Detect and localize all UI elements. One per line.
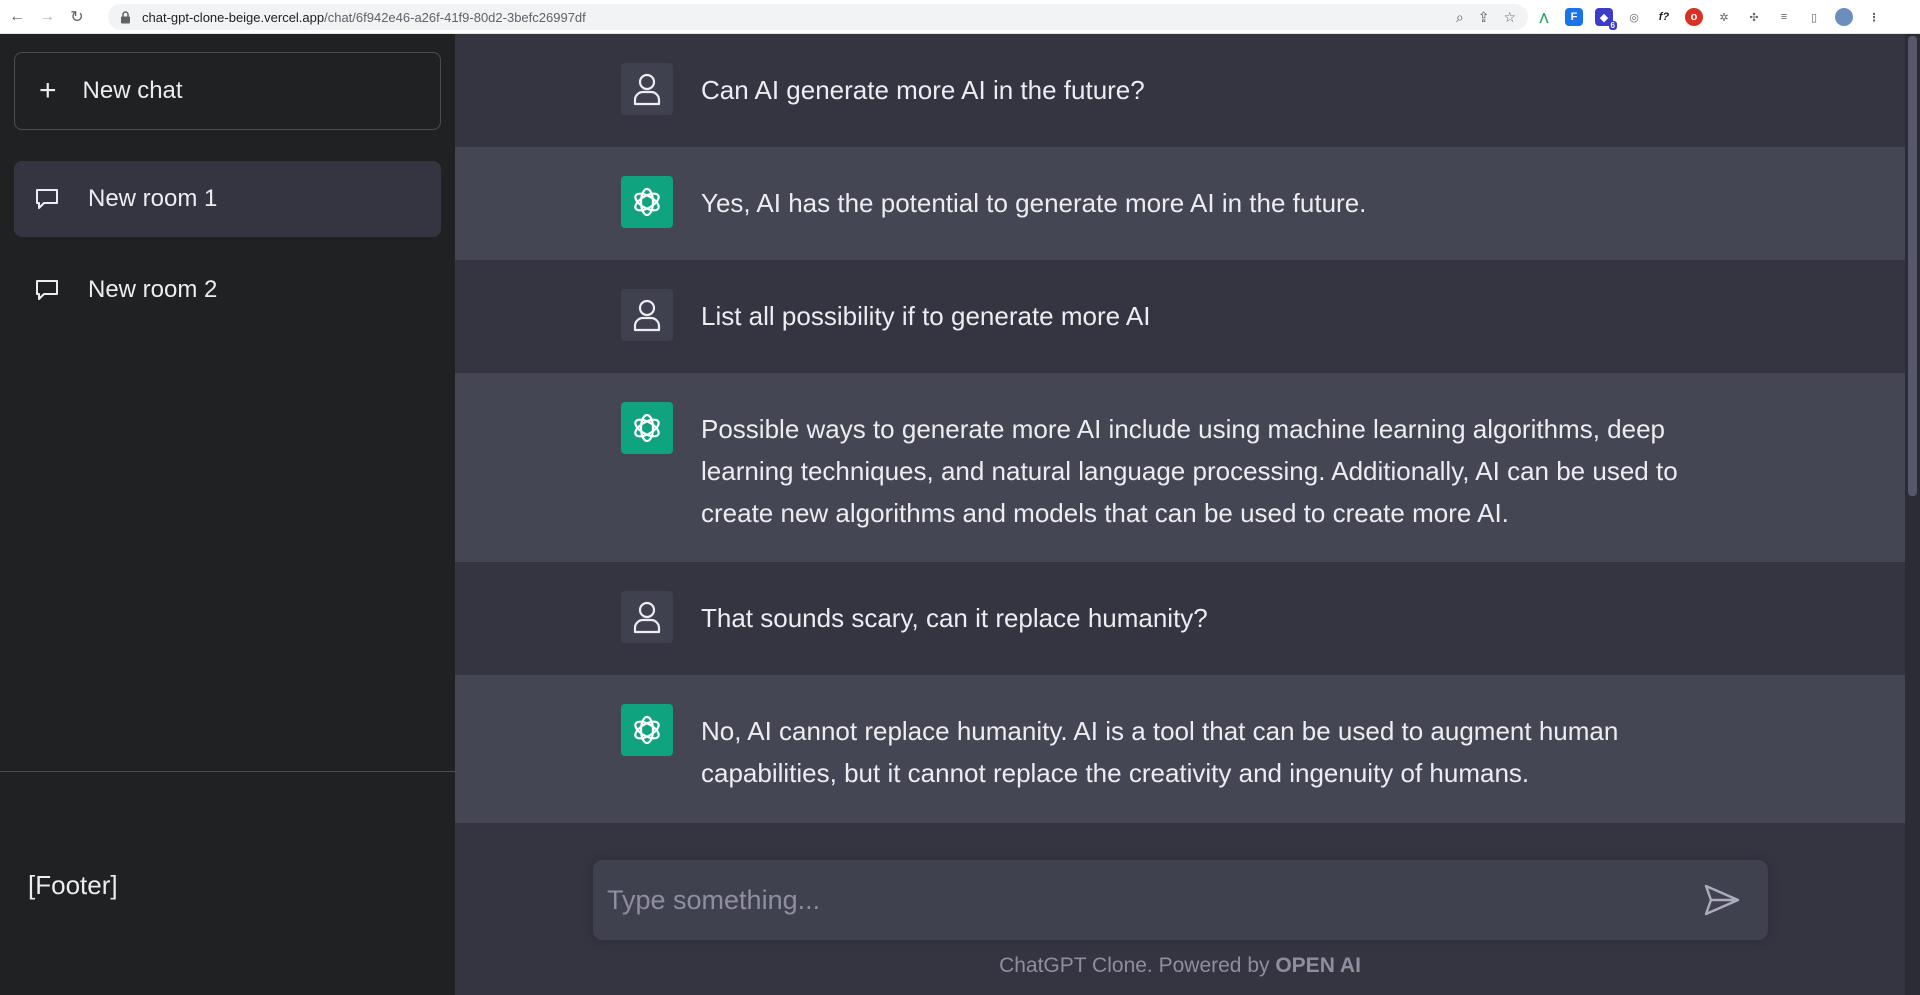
sidebar-item-label: New room 1 — [88, 185, 218, 212]
powered-by-brand: OPEN AI — [1275, 954, 1361, 977]
chat-bubble-icon — [34, 184, 64, 214]
reading-list-icon[interactable]: ≡ — [1775, 8, 1793, 26]
message-row-ai: No, AI cannot replace humanity. AI is a … — [455, 675, 1905, 823]
extension-icon[interactable]: ◆ 6 — [1595, 8, 1617, 30]
user-avatar-icon — [621, 63, 673, 115]
message-row-ai: Yes, AI has the potential to generate mo… — [455, 147, 1905, 260]
message-composer — [593, 860, 1768, 940]
plus-icon: + — [39, 74, 57, 107]
message-text: Can AI generate more AI in the future? — [701, 75, 1145, 105]
message-row-user: Can AI generate more AI in the future? — [455, 34, 1905, 147]
browser-toolbar: ← → ↻ chat-gpt-clone-beige.vercel.app/ch… — [0, 0, 1920, 34]
message-text: Yes, AI has the potential to generate mo… — [701, 188, 1367, 218]
side-panel-icon[interactable]: ▯ — [1805, 8, 1823, 26]
chat-main: Can AI generate more AI in the future? Y… — [455, 34, 1920, 995]
address-bar[interactable]: chat-gpt-clone-beige.vercel.app/chat/6f9… — [108, 4, 1528, 30]
send-icon — [1704, 884, 1740, 916]
openai-logo-icon — [621, 402, 673, 454]
message-text: That sounds scary, can it replace humani… — [701, 603, 1208, 633]
message-row-user: That sounds scary, can it replace humani… — [455, 562, 1905, 675]
extension-icon[interactable]: ✲ — [1715, 8, 1733, 26]
sidebar-footer: [Footer] — [28, 870, 118, 900]
new-chat-label: New chat — [82, 77, 183, 104]
message-text: List all possibility if to generate more… — [701, 301, 1151, 331]
avatar[interactable] — [1835, 8, 1853, 26]
url-text: chat-gpt-clone-beige.vercel.app/chat/6f9… — [142, 9, 586, 25]
extension-icon[interactable]: o — [1685, 8, 1703, 26]
powered-by-footer: ChatGPT Clone. Powered by OPEN AI — [999, 954, 1361, 977]
sidebar-divider — [0, 771, 455, 772]
sidebar: + New chat New room 1 New room 2 [Footer… — [0, 34, 455, 995]
message-input[interactable] — [607, 884, 1687, 916]
send-button[interactable] — [1702, 880, 1742, 920]
extension-icon[interactable]: f? — [1655, 8, 1673, 26]
new-chat-button[interactable]: + New chat — [14, 52, 441, 130]
scrollbar[interactable] — [1905, 34, 1920, 995]
sidebar-item-room-2[interactable]: New room 2 — [14, 252, 441, 328]
scrollbar-thumb[interactable] — [1908, 36, 1917, 496]
extension-icon[interactable]: ◎ — [1625, 8, 1643, 26]
lock-icon — [120, 10, 134, 24]
user-avatar-icon — [621, 591, 673, 643]
puzzle-icon[interactable]: ✣ — [1745, 8, 1763, 26]
back-icon[interactable]: ← — [4, 4, 30, 30]
message-text: Possible ways to generate more AI includ… — [701, 414, 1678, 528]
message-text: No, AI cannot replace humanity. AI is a … — [701, 716, 1619, 788]
openai-logo-icon — [621, 704, 673, 756]
menu-icon[interactable]: ⋮ — [1865, 8, 1883, 26]
chat-bubble-icon — [34, 275, 64, 305]
message-row-ai: Possible ways to generate more AI includ… — [455, 373, 1905, 562]
extension-icon[interactable]: F — [1565, 8, 1583, 26]
bookmark-star-icon[interactable]: ☆ — [1503, 9, 1516, 26]
sidebar-item-room-1[interactable]: New room 1 — [14, 161, 441, 237]
sidebar-item-label: New room 2 — [88, 276, 218, 303]
message-row-user: List all possibility if to generate more… — [455, 260, 1905, 373]
zoom-icon[interactable]: ⌕ — [1456, 9, 1464, 26]
user-avatar-icon — [621, 289, 673, 341]
extension-icon[interactable]: ⋀ — [1535, 8, 1553, 26]
reload-icon[interactable]: ↻ — [64, 4, 90, 30]
openai-logo-icon — [621, 176, 673, 228]
forward-icon[interactable]: → — [34, 4, 60, 30]
share-icon[interactable]: ⇪ — [1478, 9, 1490, 26]
